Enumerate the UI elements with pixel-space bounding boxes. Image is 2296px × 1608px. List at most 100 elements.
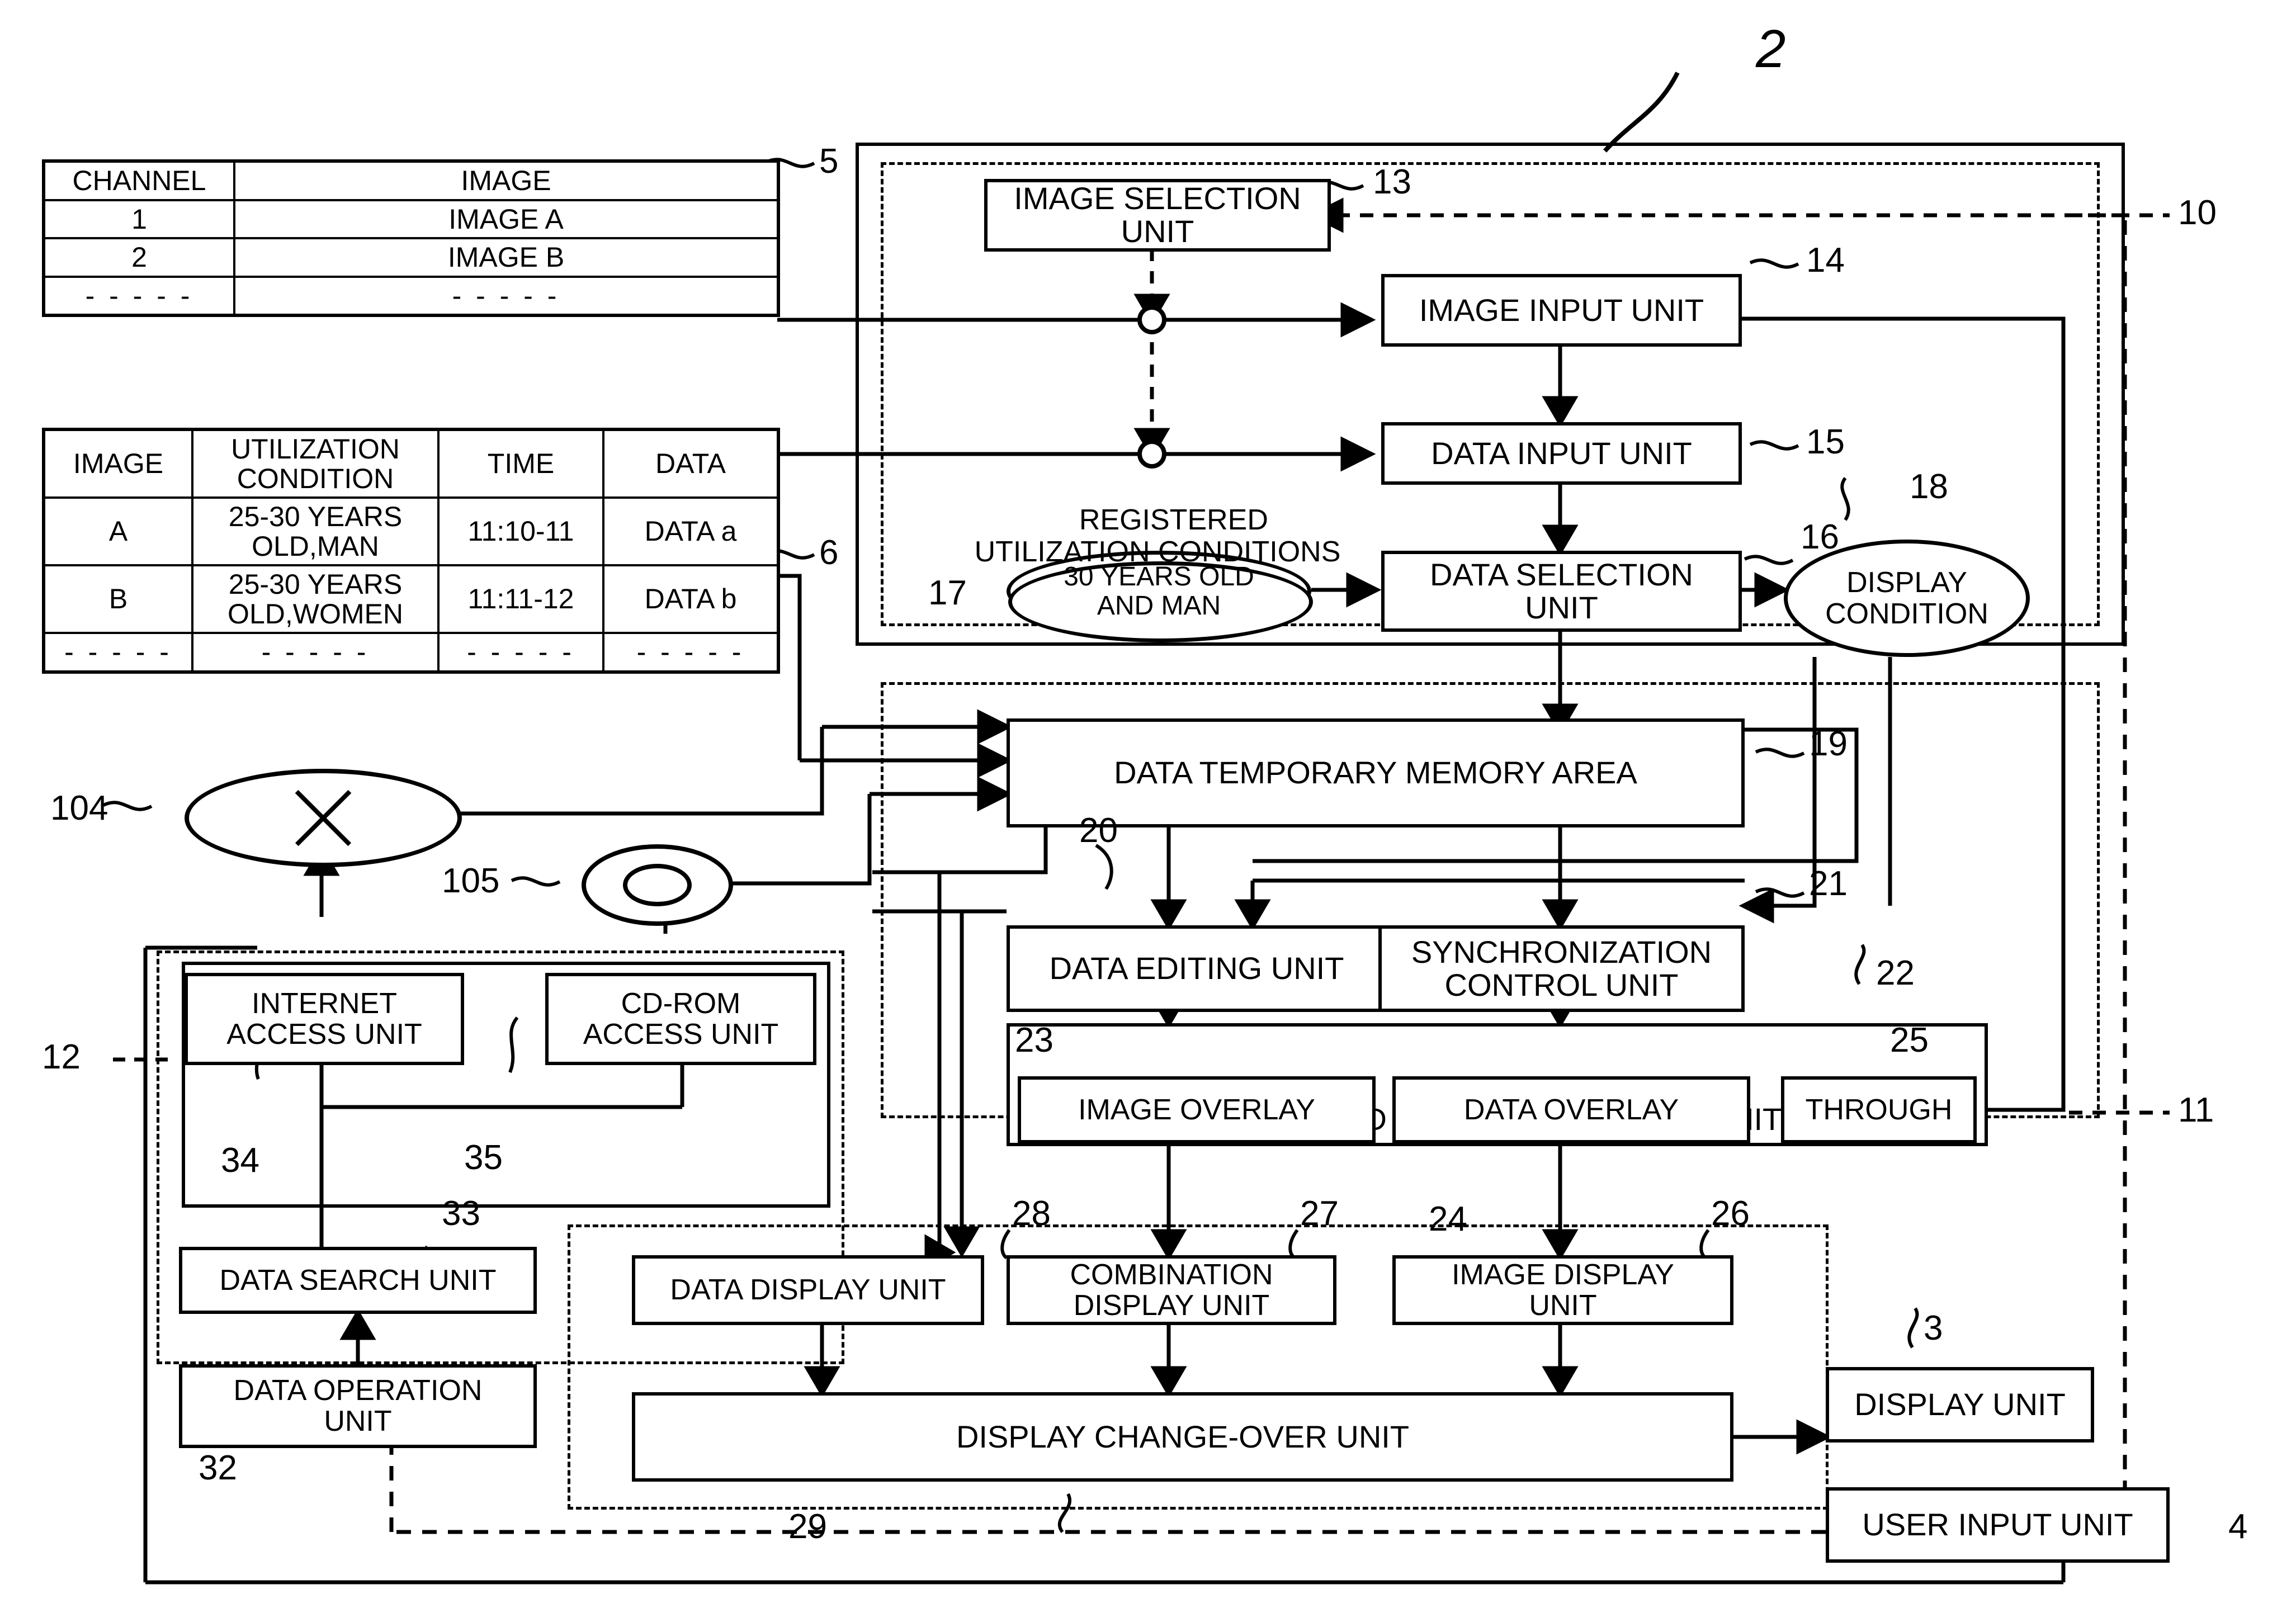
image-selection-unit-block[interactable]: IMAGE SELECTION UNIT: [984, 179, 1331, 252]
display-change-over-unit-block[interactable]: DISPLAY CHANGE-OVER UNIT: [632, 1392, 1733, 1482]
data-overlay-label: DATA OVERLAY: [1463, 1093, 1679, 1126]
ref-2-system: 2: [1756, 19, 1786, 79]
disc-hole: [622, 864, 692, 906]
ref-16: 16: [1801, 518, 1839, 556]
column-header-image: IMAGE: [233, 160, 779, 201]
ref-104: 104: [50, 789, 108, 827]
internet-access-unit-label: INTERNET ACCESS UNIT: [226, 987, 422, 1051]
ref-35: 35: [464, 1138, 503, 1177]
ref-22: 22: [1876, 954, 1915, 992]
table-row: - - - - - - - - - -: [42, 275, 779, 316]
cell-data-ellipsis: - - - - -: [602, 632, 779, 673]
cell-image: IMAGE A: [233, 198, 779, 239]
registered-conditions-text: REGISTERED UTILIZATION CONDITIONS: [974, 504, 1341, 569]
ref-33: 33: [442, 1194, 480, 1233]
ref-19: 19: [1809, 725, 1848, 763]
table-row: 2 IMAGE B: [42, 237, 779, 278]
cell-utilization-condition: 25-30 YEARS OLD,MAN: [191, 496, 440, 566]
data-operation-unit-label: DATA OPERATION UNIT: [233, 1374, 483, 1437]
cell-channel: 2: [42, 237, 235, 278]
cell-utilization-condition: 25-30 YEARS OLD,WOMEN: [191, 564, 440, 634]
display-unit-block[interactable]: DISPLAY UNIT: [1826, 1367, 2094, 1443]
through-block[interactable]: THROUGH: [1781, 1076, 1977, 1143]
table-header-row: IMAGE UTILIZATION CONDITION TIME DATA: [42, 428, 779, 499]
cell-utilization-ellipsis: - - - - -: [191, 632, 440, 673]
data-display-unit-block[interactable]: DATA DISPLAY UNIT: [632, 1255, 984, 1325]
cell-time: 11:10-11: [437, 496, 604, 566]
cell-image: B: [42, 564, 193, 634]
ref-105: 105: [442, 862, 500, 900]
cell-time: 11:11-12: [437, 564, 604, 634]
data-selection-unit-block[interactable]: DATA SELECTION UNIT: [1381, 551, 1742, 632]
cell-image: A: [42, 496, 193, 566]
data-display-unit-label: DATA DISPLAY UNIT: [670, 1274, 946, 1307]
table-row: A 25-30 YEARS OLD,MAN 11:10-11 DATA a: [42, 496, 779, 566]
image-display-unit-block[interactable]: IMAGE DISPLAY UNIT: [1392, 1255, 1733, 1325]
data-editing-unit-label: DATA EDITING UNIT: [1049, 950, 1344, 986]
table-row: B 25-30 YEARS OLD,WOMEN 11:11-12 DATA b: [42, 564, 779, 634]
ref-18: 18: [1910, 467, 1948, 506]
ref-3: 3: [1924, 1309, 1943, 1347]
data-input-unit-label: DATA INPUT UNIT: [1431, 435, 1692, 471]
display-condition-ellipse: DISPLAY CONDITION: [1784, 540, 2030, 657]
image-selection-unit-label: IMAGE SELECTION UNIT: [1014, 181, 1301, 249]
cell-channel: 1: [42, 198, 235, 239]
synchronization-control-unit-label: SYNCHRONIZATION CONTROL UNIT: [1411, 934, 1712, 1002]
user-input-unit-block[interactable]: USER INPUT UNIT: [1826, 1487, 2170, 1563]
data-selection-unit-label: DATA SELECTION UNIT: [1430, 556, 1693, 625]
data-overlay-block[interactable]: DATA OVERLAY: [1392, 1076, 1750, 1143]
data-search-unit-block[interactable]: DATA SEARCH UNIT: [179, 1247, 537, 1314]
cell-data: DATA b: [602, 564, 779, 634]
ref-28: 28: [1012, 1194, 1051, 1233]
ref-17: 17: [928, 574, 967, 612]
ref-34: 34: [221, 1141, 259, 1180]
ref-13: 13: [1373, 163, 1411, 201]
display-condition-label: DISPLAY CONDITION: [1825, 566, 1988, 630]
ref-6: 6: [819, 533, 839, 572]
ref-24: 24: [1429, 1200, 1467, 1238]
ref-32: 32: [199, 1449, 237, 1487]
ref-11: 11: [2178, 1091, 2214, 1129]
data-input-unit-block[interactable]: DATA INPUT UNIT: [1381, 422, 1742, 485]
ref-25: 25: [1890, 1021, 1929, 1060]
data-temporary-memory-area-label: DATA TEMPORARY MEMORY AREA: [1114, 755, 1637, 791]
ref-29: 29: [788, 1507, 827, 1546]
ref-4: 4: [2228, 1507, 2248, 1546]
column-header-utilization-condition: UTILIZATION CONDITION: [191, 428, 440, 499]
cd-rom-access-unit-block[interactable]: CD-ROM ACCESS UNIT: [545, 973, 816, 1065]
utilization-condition-table: IMAGE UTILIZATION CONDITION TIME DATA A …: [42, 428, 780, 674]
cell-time-ellipsis: - - - - -: [437, 632, 604, 673]
cell-image-ellipsis: - - - - -: [42, 632, 193, 673]
channel-image-table: CHANNEL IMAGE 1 IMAGE A 2 IMAGE B - - - …: [42, 159, 780, 317]
synchronization-control-unit-block[interactable]: SYNCHRONIZATION CONTROL UNIT: [1378, 925, 1745, 1012]
cell-data: DATA a: [602, 496, 779, 566]
ref-21: 21: [1809, 864, 1848, 903]
image-overlay-block[interactable]: IMAGE OVERLAY: [1018, 1076, 1376, 1143]
ref-20: 20: [1079, 811, 1118, 850]
image-overlay-label: IMAGE OVERLAY: [1078, 1093, 1315, 1126]
internet-access-unit-block[interactable]: INTERNET ACCESS UNIT: [185, 973, 464, 1065]
patent-figure: CHANNEL IMAGE 1 IMAGE A 2 IMAGE B - - - …: [0, 0, 2296, 1608]
cell-image-ellipsis: - - - - -: [233, 275, 779, 316]
ref-26: 26: [1711, 1194, 1750, 1233]
ref-15: 15: [1806, 423, 1845, 461]
image-input-unit-label: IMAGE INPUT UNIT: [1419, 292, 1704, 328]
cell-channel-ellipsis: - - - - -: [42, 275, 235, 316]
ref-5: 5: [819, 142, 839, 181]
data-editing-unit-block[interactable]: DATA EDITING UNIT: [1007, 925, 1387, 1012]
combination-display-unit-label: COMBINATION DISPLAY UNIT: [1070, 1258, 1273, 1322]
data-operation-unit-block[interactable]: DATA OPERATION UNIT: [179, 1364, 537, 1448]
table-row: 1 IMAGE A: [42, 198, 779, 239]
data-search-unit-label: DATA SEARCH UNIT: [219, 1264, 497, 1297]
combination-display-unit-block[interactable]: COMBINATION DISPLAY UNIT: [1007, 1255, 1336, 1325]
table-header-row: CHANNEL IMAGE: [42, 160, 779, 201]
cd-rom-access-unit-label: CD-ROM ACCESS UNIT: [583, 987, 779, 1051]
image-input-unit-block[interactable]: IMAGE INPUT UNIT: [1381, 274, 1742, 347]
cell-image: IMAGE B: [233, 237, 779, 278]
image-display-unit-label: IMAGE DISPLAY UNIT: [1452, 1258, 1674, 1322]
ref-10: 10: [2178, 193, 2217, 232]
disc-icon: [582, 844, 733, 926]
column-header-image: IMAGE: [42, 428, 193, 499]
ref-23: 23: [1015, 1021, 1053, 1060]
column-header-time: TIME: [437, 428, 604, 499]
